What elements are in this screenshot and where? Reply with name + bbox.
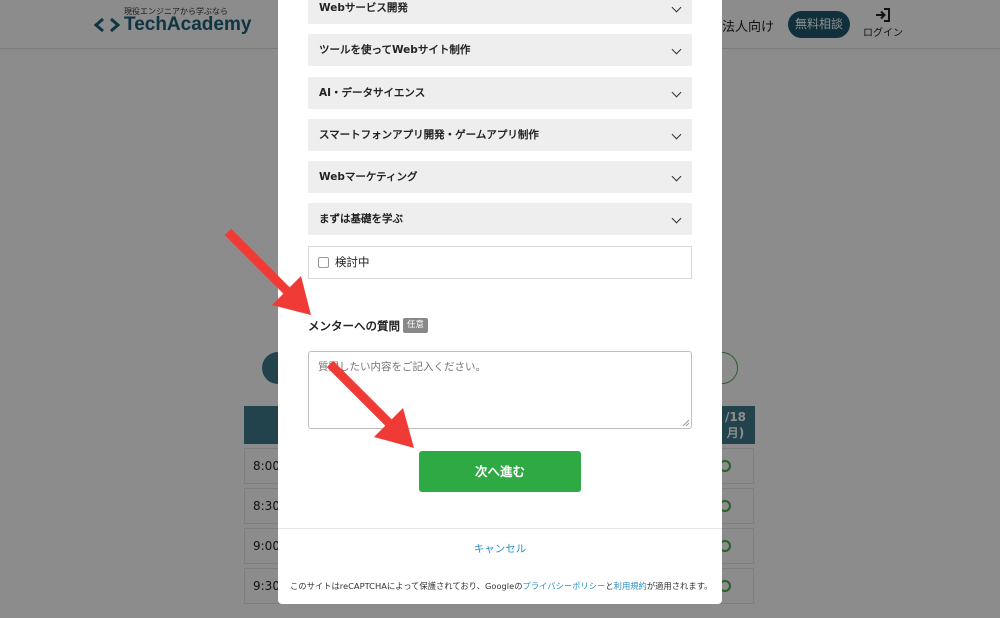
chevron-down-icon [671, 129, 682, 140]
category-label: Webマーケティング [319, 171, 418, 183]
considering-checkbox[interactable] [318, 257, 329, 268]
category-website-tools[interactable]: ツールを使ってWebサイト制作 [308, 34, 692, 66]
modal-divider [278, 528, 722, 529]
chevron-down-icon [671, 171, 682, 182]
category-web-marketing[interactable]: Webマーケティング [308, 161, 692, 193]
cancel-link[interactable]: キャンセル [278, 541, 722, 556]
category-label: AI・データサイエンス [319, 87, 426, 99]
category-label: まずは基礎を学ぶ [319, 213, 403, 225]
cancel-label: キャンセル [473, 543, 527, 555]
resize-handle-icon[interactable] [682, 419, 690, 427]
category-label: Webサービス開発 [319, 2, 408, 14]
privacy-policy-link[interactable]: プライバシーポリシー [523, 581, 606, 591]
category-label: ツールを使ってWebサイト制作 [319, 44, 471, 56]
terms-link[interactable]: 利用規約 [614, 581, 647, 591]
category-app-game-dev[interactable]: スマートフォンアプリ開発・ゲームアプリ制作 [308, 119, 692, 151]
category-web-service-dev[interactable]: Webサービス開発 [308, 0, 692, 24]
mentor-question-textarea[interactable] [308, 351, 692, 429]
considering-option[interactable]: 検討中 [308, 246, 692, 279]
chevron-down-icon [671, 44, 682, 55]
recaptcha-notice: このサイトはreCAPTCHAによって保護されており、Googleのプライバシー… [290, 581, 713, 591]
considering-label: 検討中 [335, 255, 370, 269]
optional-badge: 任意 [403, 318, 429, 333]
consultation-modal: Webサービス開発 ツールを使ってWebサイト制作 AI・データサイエンス スマ… [278, 0, 722, 604]
chevron-down-icon [671, 2, 682, 13]
chevron-down-icon [671, 213, 682, 224]
next-step-button[interactable]: 次へ進む [419, 451, 581, 492]
chevron-down-icon [671, 87, 682, 98]
category-basics[interactable]: まずは基礎を学ぶ [308, 203, 692, 235]
category-label: スマートフォンアプリ開発・ゲームアプリ制作 [319, 129, 539, 141]
category-ai-data-science[interactable]: AI・データサイエンス [308, 77, 692, 109]
mentor-question-label: メンターへの質問 [308, 319, 400, 333]
